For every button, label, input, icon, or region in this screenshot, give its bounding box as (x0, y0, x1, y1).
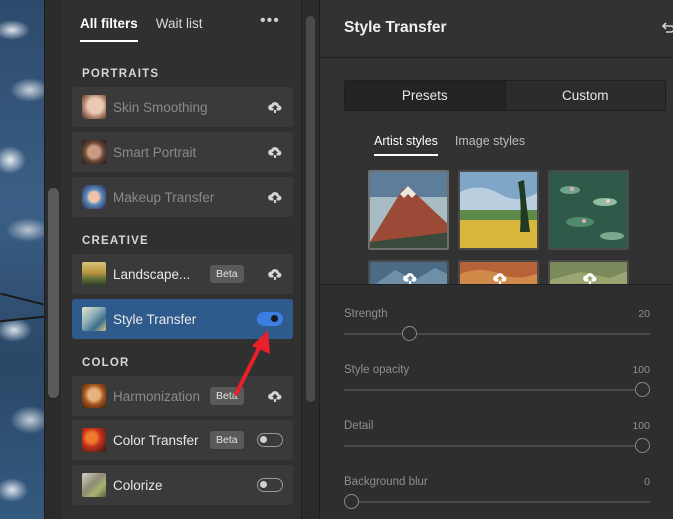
canvas-scroll-thumb[interactable] (48, 188, 59, 398)
style-transfer-toggle[interactable] (257, 312, 283, 326)
cloud-download-icon[interactable] (267, 266, 283, 282)
filter-item-harmonization[interactable]: Harmonization Beta (72, 376, 293, 416)
colorize-toggle[interactable] (257, 478, 283, 492)
filter-label: Colorize (113, 477, 163, 493)
water-lilies-artwork (550, 172, 627, 248)
filters-scrollbar[interactable] (302, 0, 319, 519)
filter-item-smart-portrait[interactable]: Smart Portrait (72, 132, 293, 172)
style-preset-olive-landscape[interactable] (548, 260, 629, 286)
panel-title: Style Transfer (344, 19, 447, 36)
filter-item-makeup-transfer[interactable]: Makeup Transfer (72, 177, 293, 217)
filters-scroll-thumb[interactable] (306, 16, 315, 402)
landscape-thumbnail (82, 262, 106, 286)
tab-artist-styles[interactable]: Artist styles (374, 134, 438, 156)
red-mountain-artwork (370, 172, 447, 248)
slider-track-style-opacity[interactable] (344, 389, 650, 391)
undo-icon[interactable] (660, 20, 673, 36)
slider-track-detail[interactable] (344, 445, 650, 447)
adjustment-sliders: Strength 20 Style opacity 100 Detail 100… (320, 284, 673, 519)
filter-label: Landscape... (113, 266, 191, 282)
custom-button[interactable]: Custom (504, 81, 665, 110)
slider-value-strength: 20 (638, 308, 650, 320)
beta-badge: Beta (210, 387, 244, 405)
slider-value-detail: 100 (632, 420, 650, 432)
canvas-wire (0, 315, 44, 323)
slider-track-background-blur[interactable] (344, 501, 650, 503)
makeup-transfer-thumbnail (82, 185, 106, 209)
filter-label: Skin Smoothing (113, 99, 208, 115)
skin-smoothing-thumbnail (82, 95, 106, 119)
presets-button[interactable]: Presets (345, 81, 505, 110)
presets-custom-switch: Presets Custom (344, 80, 666, 111)
filter-item-style-transfer[interactable]: Style Transfer (72, 299, 293, 339)
color-transfer-toggle[interactable] (257, 433, 283, 447)
smart-portrait-thumbnail (82, 140, 106, 164)
cloud-download-icon[interactable] (267, 388, 283, 404)
canvas-scrollbar[interactable] (44, 0, 61, 519)
filter-label: Style Transfer (113, 311, 197, 327)
filter-item-landscape[interactable]: Landscape... Beta (72, 254, 293, 294)
cloud-download-icon[interactable] (267, 189, 283, 205)
section-title-portraits: PORTRAITS (82, 68, 160, 80)
harmonization-thumbnail (82, 384, 106, 408)
cloud-download-icon[interactable] (267, 99, 283, 115)
slider-label-background-blur: Background blur (344, 476, 428, 488)
slider-knob-detail[interactable] (635, 438, 650, 453)
colorize-thumbnail (82, 473, 106, 497)
cloud-download-icon[interactable] (267, 144, 283, 160)
tab-wait-list[interactable]: Wait list (156, 16, 203, 42)
style-transfer-panel: Style Transfer Presets Custom Artist sty… (319, 0, 673, 519)
slider-label-detail: Detail (344, 420, 374, 432)
canvas-wire (0, 292, 44, 306)
style-preset-water-lilies[interactable] (548, 170, 629, 250)
filter-label: Smart Portrait (113, 144, 197, 160)
section-title-creative: CREATIVE (82, 235, 149, 247)
tab-all-filters[interactable]: All filters (80, 16, 138, 42)
filter-item-colorize[interactable]: Colorize (72, 465, 293, 505)
filters-panel: All filters Wait list ••• PORTRAITS Skin… (61, 0, 302, 519)
slider-value-style-opacity: 100 (632, 364, 650, 376)
filter-item-color-transfer[interactable]: Color Transfer Beta (72, 420, 293, 460)
tab-image-styles[interactable]: Image styles (455, 134, 525, 156)
style-preset-scream[interactable] (458, 260, 539, 286)
more-options-button[interactable]: ••• (260, 12, 280, 30)
slider-track-strength[interactable] (344, 333, 650, 335)
style-subtabs: Artist styles Image styles (374, 134, 542, 156)
slider-label-strength: Strength (344, 308, 388, 320)
beta-badge: Beta (210, 265, 244, 283)
slider-knob-strength[interactable] (402, 326, 417, 341)
filter-label: Color Transfer (113, 432, 199, 448)
slider-knob-style-opacity[interactable] (635, 382, 650, 397)
style-preset-mountains-blue[interactable] (368, 260, 449, 286)
divider (320, 57, 673, 58)
color-transfer-thumbnail (82, 428, 106, 452)
canvas-image-strip (0, 0, 44, 519)
slider-knob-background-blur[interactable] (344, 494, 359, 509)
filter-tabs: All filters Wait list (80, 16, 221, 42)
style-transfer-thumbnail (82, 307, 106, 331)
section-title-color: COLOR (82, 357, 130, 369)
filter-item-skin-smoothing[interactable]: Skin Smoothing (72, 87, 293, 127)
filter-label: Harmonization (113, 388, 201, 404)
slider-label-style-opacity: Style opacity (344, 364, 410, 376)
wheat-field-artwork (460, 172, 537, 248)
beta-badge: Beta (210, 431, 244, 449)
filter-label: Makeup Transfer (113, 189, 215, 205)
slider-value-background-blur: 0 (644, 476, 650, 488)
style-preset-red-mountain[interactable] (368, 170, 449, 250)
style-preset-wheat-field[interactable] (458, 170, 539, 250)
